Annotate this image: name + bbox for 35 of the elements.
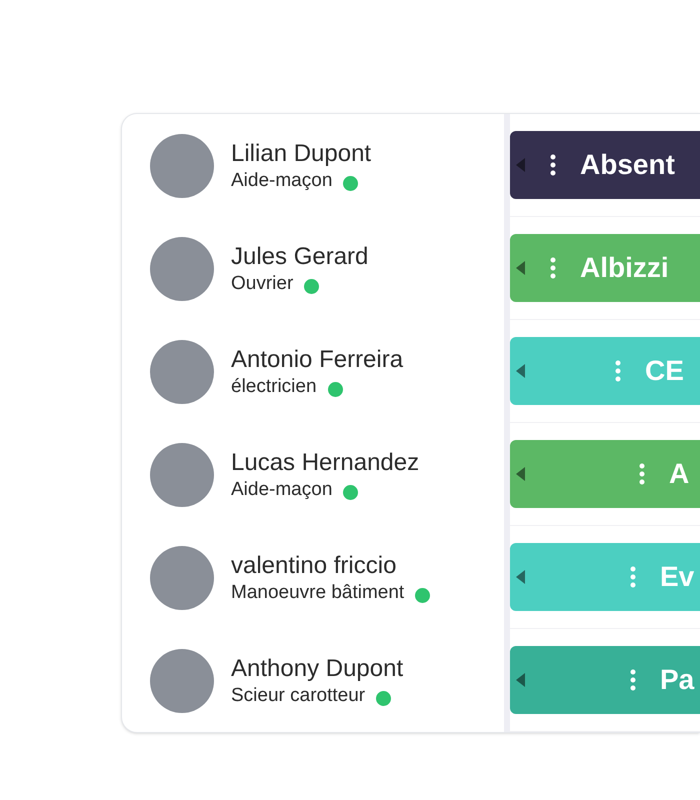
schedule-bar[interactable]: Pa [510, 646, 700, 714]
collapse-arrow-icon[interactable] [516, 570, 525, 584]
bar-label: Ev [660, 560, 694, 594]
bar-label: CE [645, 354, 684, 388]
collapse-arrow-icon[interactable] [516, 467, 525, 481]
employee-role: Manoeuvre bâtiment [231, 580, 404, 604]
employee-name: Anthony Dupont [231, 654, 404, 684]
drag-handle-icon[interactable] [550, 154, 556, 176]
collapse-arrow-icon[interactable] [516, 364, 525, 378]
schedule-bar[interactable]: Ev [510, 543, 700, 611]
schedule-bar[interactable]: A [510, 440, 700, 508]
drag-handle-icon[interactable] [550, 257, 556, 279]
employee-name: valentino friccio [231, 550, 398, 580]
employee-role: Scieur carotteur [231, 684, 366, 708]
schedule-bar[interactable]: Albizzi [510, 234, 700, 302]
drag-handle-icon[interactable] [639, 463, 645, 485]
collapse-arrow-icon[interactable] [516, 673, 525, 687]
bar-label: Pa [660, 663, 694, 697]
drag-handle-icon[interactable] [615, 360, 621, 382]
employee-name: Lilian Dupont [231, 138, 372, 168]
employee-name: Jules Gerard [231, 242, 368, 272]
schedule-bar[interactable]: CE [510, 337, 700, 405]
collapse-arrow-icon[interactable] [516, 261, 525, 275]
drag-handle-icon[interactable] [630, 566, 636, 588]
schedule-bar[interactable]: Absent [510, 131, 700, 199]
employee-name: Antonio Ferreira [231, 344, 404, 374]
employee-role: Aide-maçon [231, 478, 332, 502]
bar-label: A [669, 457, 690, 491]
bar-label: Absent [580, 148, 675, 182]
bar-label: Albizzi [580, 251, 669, 285]
employee-role: Aide-maçon [231, 168, 332, 192]
employee-role: électricien [231, 374, 317, 398]
employee-role: Ouvrier [231, 272, 294, 296]
employee-name: Lucas Hernandez [231, 448, 420, 478]
drag-handle-icon[interactable] [630, 669, 636, 691]
